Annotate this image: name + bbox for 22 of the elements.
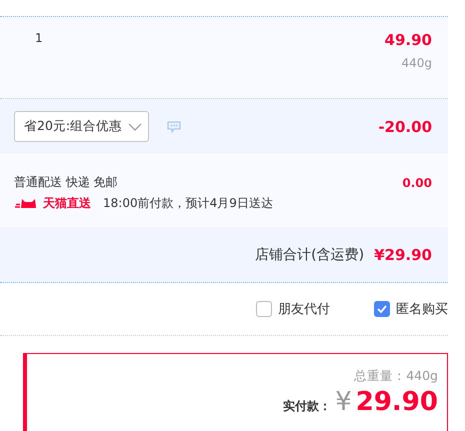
promotion-dropdown[interactable]: 省20元:组合优惠 bbox=[14, 111, 150, 142]
discount-amount: -20.00 bbox=[378, 118, 432, 136]
carrier-name: 天猫直送 bbox=[43, 195, 91, 212]
delivery-estimate: 18:00前付款，预计4月9日送达 bbox=[103, 195, 273, 212]
check-icon bbox=[377, 305, 387, 313]
message-icon[interactable] bbox=[167, 120, 182, 132]
item-quantity: 1 bbox=[35, 31, 43, 47]
pay-amount: 29.90 bbox=[356, 387, 438, 417]
caret-icon bbox=[128, 122, 142, 130]
pay-label: 实付款： bbox=[283, 398, 332, 415]
item-price: 49.90 bbox=[384, 31, 432, 49]
shipping-method: 普通配送 快递 免邮 bbox=[14, 174, 118, 191]
store-total-label: 店铺合计(含运费) bbox=[255, 246, 364, 264]
total-weight: 总重量：440g bbox=[354, 368, 438, 383]
item-weight: 440g bbox=[401, 56, 432, 70]
shipping-fee: 0.00 bbox=[402, 176, 432, 190]
checkbox[interactable] bbox=[256, 301, 272, 317]
checkbox[interactable] bbox=[374, 301, 390, 317]
checkbox-label: 朋友代付 bbox=[278, 301, 330, 318]
store-total-amount: ¥29.90 bbox=[374, 246, 432, 264]
checkbox-label: 匿名购买 bbox=[396, 301, 448, 318]
currency-symbol: ¥ bbox=[335, 387, 352, 417]
